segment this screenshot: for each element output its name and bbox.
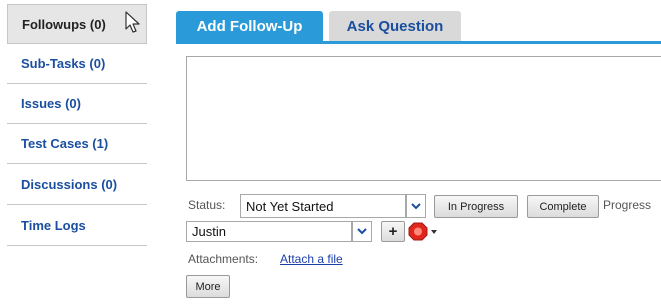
- sidebar-item-label: Test Cases (1): [21, 136, 109, 151]
- sidebar-item-label: Time Logs: [21, 218, 86, 233]
- attachments-label: Attachments:: [188, 252, 259, 266]
- priority-stop-icon[interactable]: [408, 220, 440, 242]
- more-button[interactable]: More: [186, 275, 230, 298]
- attach-file-link[interactable]: Attach a file: [280, 252, 343, 266]
- tab-ask-question[interactable]: Ask Question: [329, 11, 461, 41]
- mouse-pointer-icon: [125, 11, 140, 33]
- status-select-value: Not Yet Started: [246, 198, 334, 214]
- progress-label: Progress: [603, 198, 652, 212]
- sidebar-item-label: Issues (0): [21, 96, 81, 111]
- sidebar-item-label: Followups (0): [22, 16, 106, 32]
- assignee-select[interactable]: Justin: [186, 221, 352, 242]
- status-select[interactable]: Not Yet Started: [240, 194, 406, 218]
- tab-underline: [176, 41, 661, 44]
- sidebar-item-time-logs[interactable]: Time Logs: [7, 206, 147, 246]
- sidebar: Followups (0) Sub-Tasks (0) Issues (0) T…: [0, 0, 147, 307]
- assignee-select-value: Justin: [192, 224, 226, 239]
- sidebar-item-label: Sub-Tasks (0): [21, 56, 106, 71]
- tab-add-follow-up[interactable]: Add Follow-Up: [176, 11, 323, 41]
- followup-panel: Followups (0) Sub-Tasks (0) Issues (0) T…: [0, 0, 661, 307]
- chevron-down-icon[interactable]: [406, 194, 426, 218]
- complete-button[interactable]: Complete: [527, 195, 599, 218]
- sidebar-item-issues[interactable]: Issues (0): [7, 84, 147, 124]
- add-assignee-button[interactable]: +: [381, 221, 405, 242]
- sidebar-item-subtasks[interactable]: Sub-Tasks (0): [7, 44, 147, 84]
- in-progress-button[interactable]: In Progress: [434, 195, 518, 218]
- followup-textarea[interactable]: [186, 56, 661, 181]
- status-label: Status:: [188, 198, 226, 212]
- sidebar-item-label: Discussions (0): [21, 177, 118, 192]
- sidebar-item-test-cases[interactable]: Test Cases (1): [7, 124, 147, 164]
- sidebar-item-discussions[interactable]: Discussions (0): [7, 165, 147, 205]
- chevron-down-icon[interactable]: [352, 221, 372, 242]
